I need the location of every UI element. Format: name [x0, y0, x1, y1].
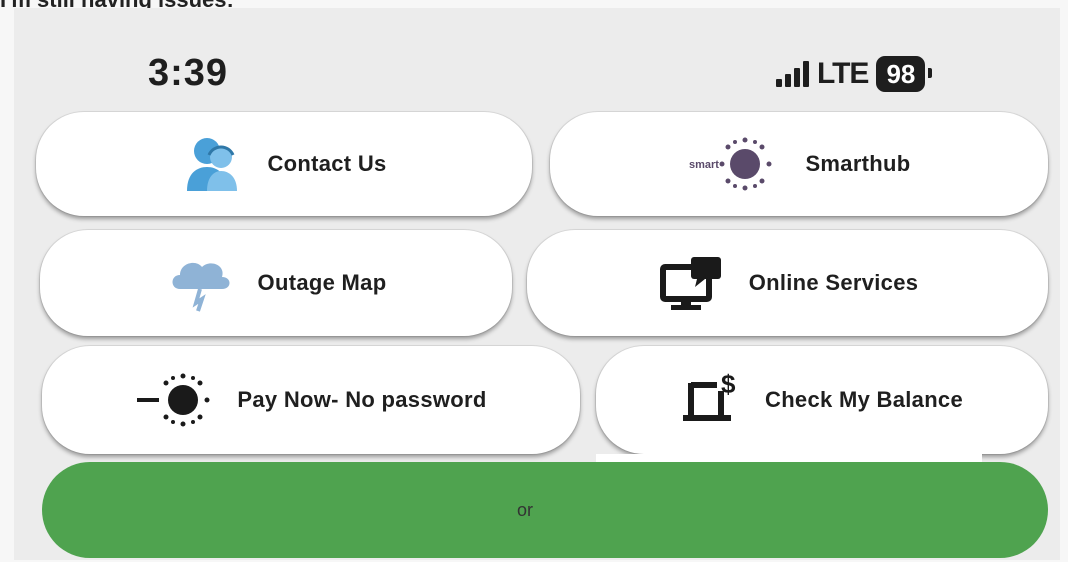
network-type: LTE — [817, 57, 869, 90]
online-services-button[interactable]: Online Services — [527, 230, 1048, 336]
dollar-sign-text: $ — [721, 371, 736, 399]
signal-strength-icon — [776, 61, 809, 87]
support-agent-icon — [181, 135, 245, 193]
smarthub-label: Smarthub — [805, 151, 911, 176]
smarthub-sun-icon: smart — [687, 132, 783, 196]
pay-now-label: Pay Now- No password — [237, 387, 487, 412]
check-balance-label: Check My Balance — [765, 387, 963, 412]
green-action-button[interactable]: or — [42, 462, 1048, 558]
check-balance-button[interactable]: $ Check My Balance — [596, 346, 1048, 454]
contact-us-label: Contact Us — [267, 151, 387, 176]
online-services-label: Online Services — [748, 270, 919, 295]
contact-us-button[interactable]: Contact Us — [36, 112, 532, 216]
green-button-label: or — [516, 499, 533, 520]
outage-map-label: Outage Map — [257, 270, 387, 295]
laptop-dollar-icon: $ — [681, 371, 743, 429]
outage-map-button[interactable]: Outage Map — [40, 230, 512, 336]
status-time: 3:39 — [148, 52, 229, 94]
smarthub-button[interactable]: smart Smarthub — [550, 112, 1048, 216]
monitor-chat-icon — [657, 253, 727, 313]
smarthub-sun-icon — [135, 370, 215, 430]
smarthub-badge-text: smart — [689, 159, 719, 171]
battery-level: 98 — [876, 56, 933, 92]
status-indicators: LTE 98 — [776, 54, 933, 94]
storm-cloud-icon — [166, 253, 236, 313]
pay-now-button[interactable]: Pay Now- No password — [42, 346, 580, 454]
